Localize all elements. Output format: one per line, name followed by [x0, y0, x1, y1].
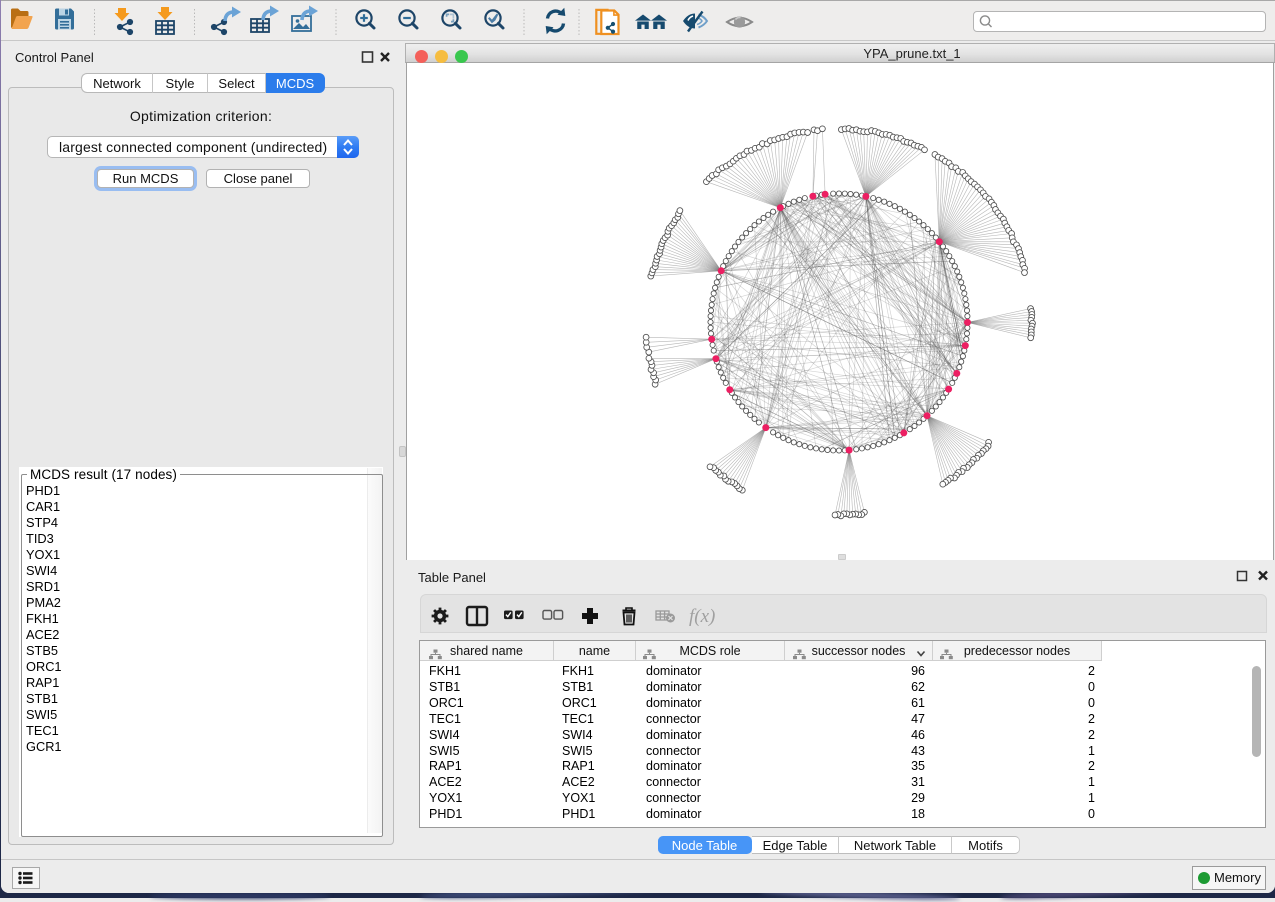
svg-text:f(x): f(x): [689, 606, 715, 627]
